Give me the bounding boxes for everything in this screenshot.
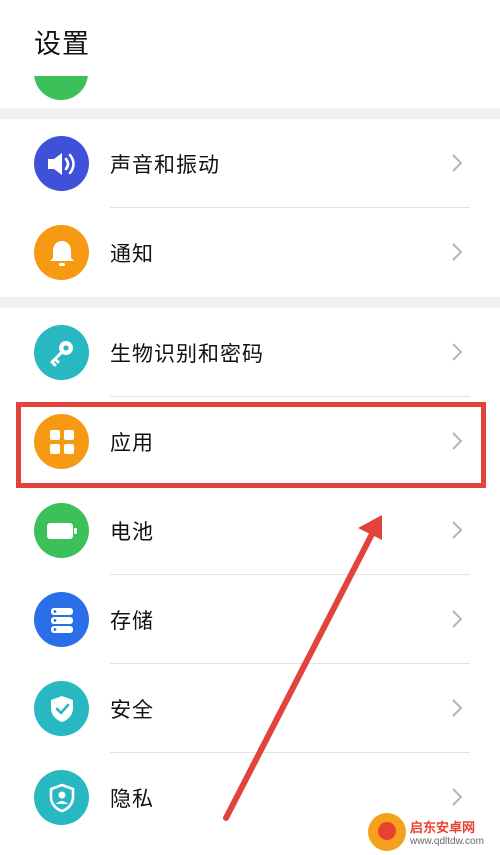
header: 设置 bbox=[0, 0, 500, 108]
watermark-logo-icon bbox=[368, 812, 406, 851]
settings-item-security[interactable]: 安全 bbox=[0, 664, 500, 753]
chevron-right-icon bbox=[452, 243, 463, 261]
settings-item-storage[interactable]: 存储 bbox=[0, 575, 500, 664]
sound-icon bbox=[34, 136, 89, 191]
page-title: 设置 bbox=[34, 29, 90, 60]
chevron-right-icon bbox=[452, 610, 463, 628]
chevron-right-icon bbox=[452, 154, 463, 172]
battery-icon bbox=[34, 503, 89, 558]
highlight-box bbox=[16, 402, 486, 488]
settings-item-notifications[interactable]: 通知 bbox=[0, 208, 500, 297]
watermark-url: www.qdltdw.com bbox=[410, 835, 484, 847]
settings-item-label: 隐私 bbox=[110, 787, 154, 811]
watermark-title: 启东安卓网 bbox=[410, 820, 476, 836]
shield-check-icon bbox=[34, 681, 89, 736]
settings-item-label: 声音和振动 bbox=[110, 153, 220, 177]
settings-item-label: 存储 bbox=[110, 609, 154, 633]
settings-item-battery[interactable]: 电池 bbox=[0, 486, 500, 575]
chevron-right-icon bbox=[452, 521, 463, 539]
watermark: 启东安卓网 www.qdltdw.com bbox=[362, 808, 500, 855]
bell-icon bbox=[34, 225, 89, 280]
settings-item-biometrics[interactable]: 生物识别和密码 bbox=[0, 308, 500, 397]
chevron-right-icon bbox=[452, 788, 463, 806]
settings-group-1: 声音和振动 通知 bbox=[0, 119, 500, 297]
key-icon bbox=[34, 325, 89, 380]
storage-icon bbox=[34, 592, 89, 647]
chevron-right-icon bbox=[452, 343, 463, 361]
settings-item-label: 通知 bbox=[110, 242, 154, 266]
settings-group-2: 生物识别和密码 应用 电池 存储 安全 隐私 bbox=[0, 308, 500, 855]
settings-item-sound[interactable]: 声音和振动 bbox=[0, 119, 500, 208]
chevron-right-icon bbox=[452, 699, 463, 717]
settings-item-label: 生物识别和密码 bbox=[110, 342, 264, 366]
privacy-shield-icon bbox=[34, 770, 89, 825]
settings-item-label: 安全 bbox=[110, 698, 154, 722]
settings-item-label: 电池 bbox=[110, 520, 154, 544]
